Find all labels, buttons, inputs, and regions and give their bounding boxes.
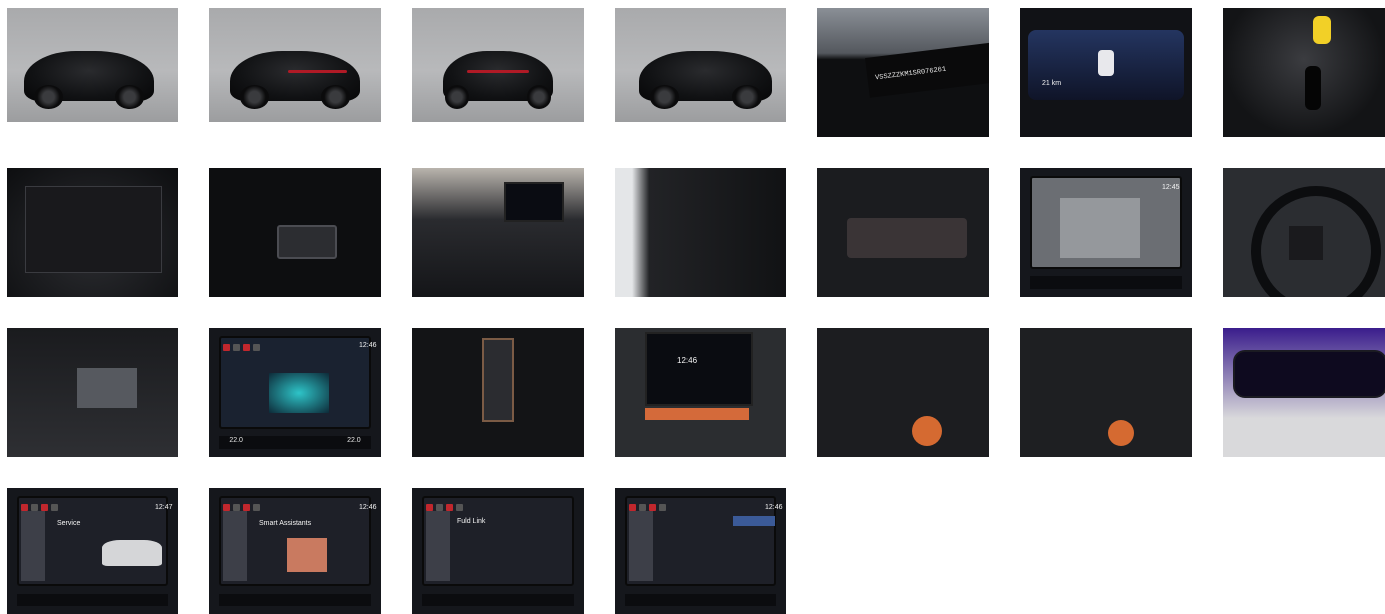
photo-window-switches[interactable]: [817, 168, 989, 297]
photo-steering-wheel[interactable]: [1223, 168, 1385, 297]
photo-rear-34-left[interactable]: [209, 8, 381, 122]
temp-right: 22.0: [347, 437, 361, 445]
service-time: 12:47: [155, 504, 173, 511]
photo-climate-screen[interactable]: 12:46 22.0 22.0: [209, 328, 381, 457]
service-title: Service: [57, 520, 81, 527]
photo-gear-selector[interactable]: [412, 328, 584, 457]
fulllink-title: Fuld Link: [457, 518, 486, 525]
photo-wheel-buttons[interactable]: [1020, 328, 1192, 457]
photo-rear-vents[interactable]: [7, 328, 178, 457]
photo-rearview-mirror[interactable]: [1223, 328, 1385, 457]
photo-front-34[interactable]: [7, 8, 178, 122]
photo-trunk-button[interactable]: [209, 168, 381, 297]
phone-time: 12:46: [765, 504, 783, 511]
photo-fulllink-screen[interactable]: Fuld Link: [412, 488, 584, 614]
photo-keys[interactable]: [1223, 8, 1385, 137]
photo-rear[interactable]: [412, 8, 584, 122]
photo-vin-plate[interactable]: VSSZZZKM1SR076261: [817, 8, 989, 137]
photo-dashboard[interactable]: [412, 168, 584, 297]
photo-service-screen[interactable]: Service 12:47: [7, 488, 178, 614]
photo-digital-cluster[interactable]: 21 km: [1020, 8, 1192, 137]
photo-front-34-right[interactable]: [615, 8, 786, 122]
assistants-title: Smart Assistants: [259, 520, 312, 527]
temp-left: 22.0: [229, 437, 243, 445]
center-time: 12:46: [677, 356, 698, 365]
photo-parking-camera[interactable]: 12:45: [1020, 168, 1192, 297]
photo-assistants-screen[interactable]: Smart Assistants 12:46: [209, 488, 381, 614]
photo-trunk[interactable]: [7, 168, 178, 297]
photo-phone-screen[interactable]: 12:46: [615, 488, 786, 614]
assistants-time: 12:46: [359, 504, 377, 511]
photo-rear-seats[interactable]: [615, 168, 786, 297]
photo-wheel-buttons-drive[interactable]: [817, 328, 989, 457]
parking-time: 12:45: [1162, 184, 1180, 191]
cluster-km: 21 km: [1042, 80, 1062, 87]
climate-time: 12:46: [359, 342, 377, 349]
photo-center-screen[interactable]: 12:46: [615, 328, 786, 457]
